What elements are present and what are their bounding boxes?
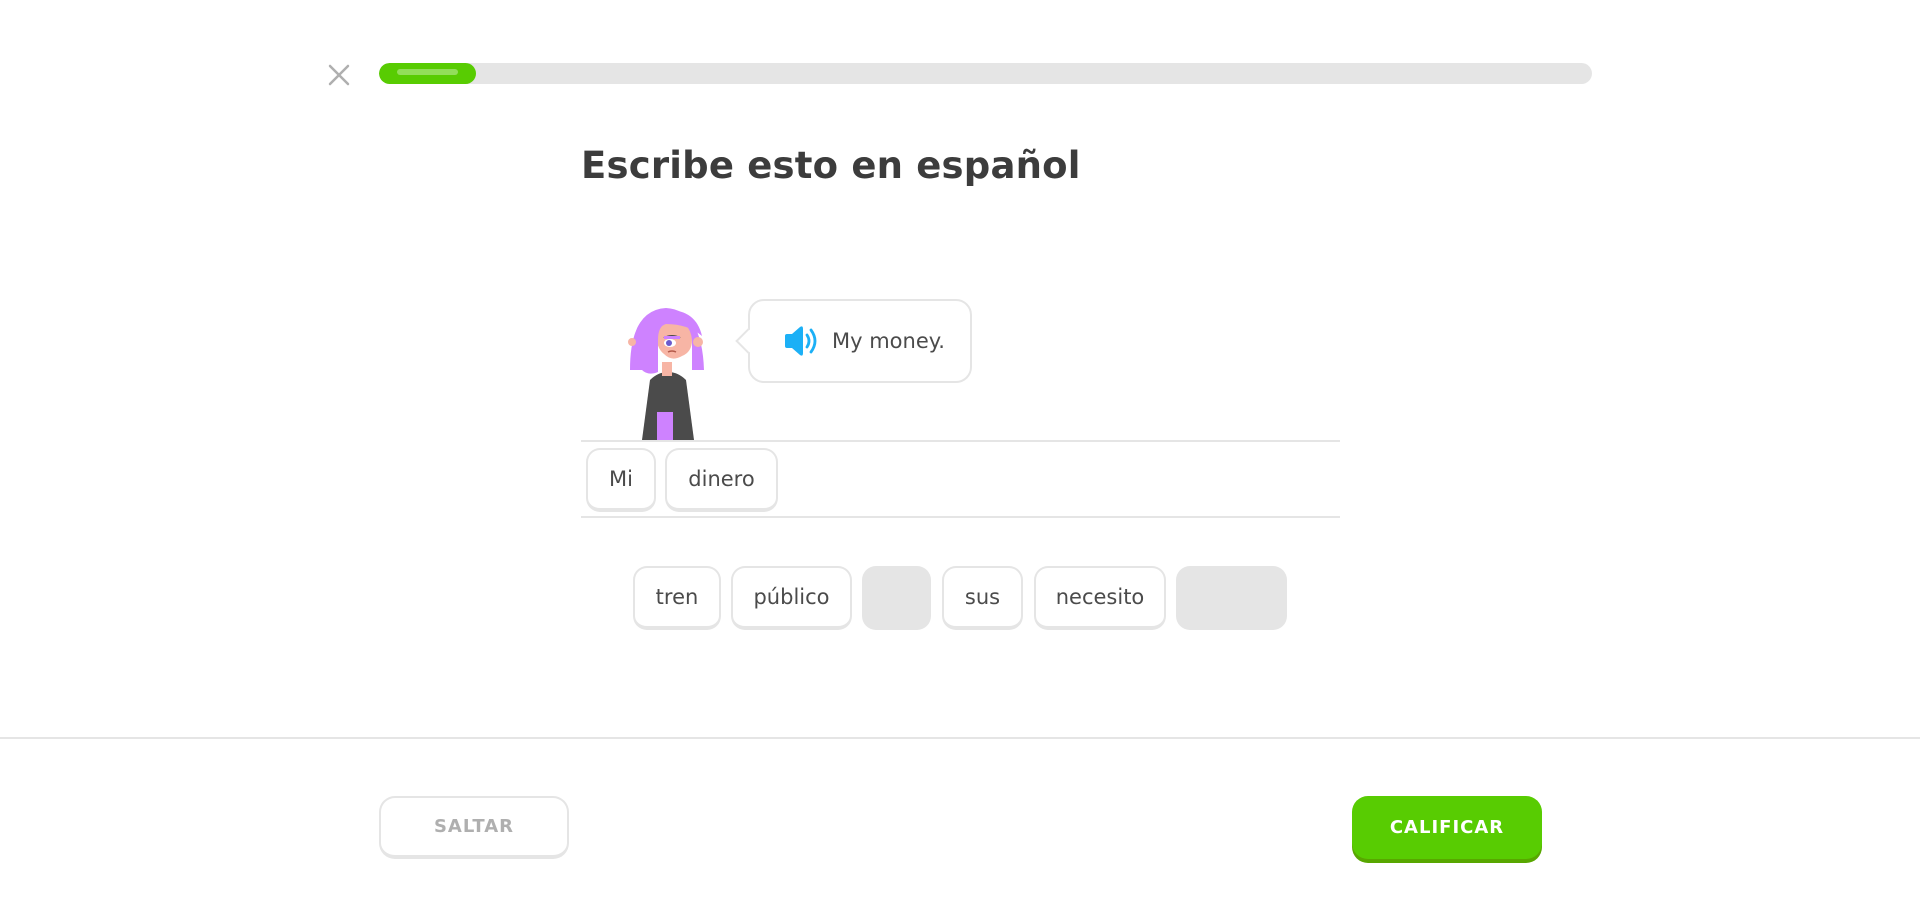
- word-tile[interactable]: necesito: [1034, 566, 1166, 630]
- speaker-icon[interactable]: [782, 324, 820, 358]
- lesson-page: Escribe esto en español My money. Mi din…: [0, 0, 1920, 902]
- word-tile[interactable]: sus: [942, 566, 1023, 630]
- word-tile-placeholder: [1176, 566, 1287, 630]
- footer-divider: [0, 737, 1920, 739]
- character-illustration: [618, 280, 718, 440]
- speech-bubble-tail: [735, 328, 761, 354]
- word-tile-placeholder: [862, 566, 931, 630]
- prompt-text: My money.: [832, 329, 945, 353]
- answer-tile[interactable]: dinero: [665, 448, 778, 512]
- word-tile[interactable]: público: [731, 566, 852, 630]
- challenge-title: Escribe esto en español: [581, 144, 1081, 187]
- progress-fill: [379, 63, 477, 84]
- answer-tile[interactable]: Mi: [586, 448, 656, 512]
- speech-bubble: My money.: [735, 299, 972, 383]
- close-icon[interactable]: [326, 62, 352, 88]
- check-button[interactable]: CALIFICAR: [1352, 796, 1542, 859]
- progress-bar: [379, 63, 1592, 84]
- answer-area[interactable]: Mi dinero: [581, 440, 1340, 518]
- progress-shine: [397, 69, 459, 75]
- skip-button[interactable]: SALTAR: [379, 796, 569, 859]
- word-tile[interactable]: tren: [633, 566, 721, 630]
